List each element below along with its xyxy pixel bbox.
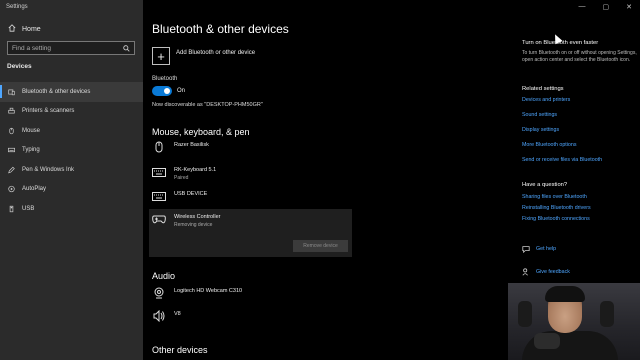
group-title-other-devices: Other devices (152, 345, 208, 355)
link-fixing-connections[interactable]: Fixing Bluetooth connections (522, 216, 637, 222)
close-button[interactable]: ✕ (626, 3, 632, 11)
faster-text: To turn Bluetooth on or off without open… (522, 50, 637, 63)
device-name: USB DEVICE (174, 191, 208, 197)
device-name: RK-Keyboard 5.1 (174, 167, 217, 173)
feedback-icon (522, 263, 530, 281)
sidebar-item-bluetooth[interactable]: Bluetooth & other devices (0, 82, 143, 102)
mouse-icon (152, 141, 166, 153)
give-feedback-link[interactable]: Give feedback (522, 263, 637, 281)
help-icon (522, 240, 530, 258)
sidebar-item-label: Printers & scanners (22, 108, 75, 115)
device-item[interactable]: RK-Keyboard 5.1 Paired (152, 166, 216, 181)
keyboard-icon (8, 147, 15, 154)
microphone (534, 333, 560, 349)
link-send-receive-files[interactable]: Send or receive files via Bluetooth (522, 157, 637, 163)
keyboard-icon (152, 166, 166, 178)
sidebar-item-label: Pen & Windows Ink (22, 166, 75, 173)
add-device-label: Add Bluetooth or other device (176, 50, 256, 56)
person-hair (545, 286, 585, 302)
mouse-icon (8, 127, 15, 134)
link-devices-printers[interactable]: Devices and printers (522, 97, 637, 103)
headset-right (600, 301, 614, 327)
get-help-link[interactable]: Get help (522, 240, 637, 258)
sidebar-item-usb[interactable]: USB (0, 199, 143, 219)
add-device-button[interactable]: + Add Bluetooth or other device (152, 47, 255, 65)
link-display-settings[interactable]: Display settings (522, 127, 637, 133)
bluetooth-toggle[interactable] (152, 86, 172, 96)
device-status: Removing device (174, 222, 213, 228)
plus-icon: + (152, 47, 170, 65)
maximize-button[interactable]: ▢ (603, 3, 610, 11)
autoplay-icon (8, 186, 15, 193)
discoverable-text: Now discoverable as "DESKTOP-PHM50GR" (152, 102, 263, 108)
headset-left (518, 301, 532, 327)
sidebar-item-label: AutoPlay (22, 186, 47, 193)
bluetooth-label: Bluetooth (152, 76, 178, 82)
device-item[interactable]: Wireless Controller Removing device (152, 213, 220, 228)
bluetooth-toggle-row: On (152, 86, 185, 96)
home-icon (8, 24, 16, 34)
sidebar-item-label: Bluetooth & other devices (22, 88, 91, 95)
link-more-bluetooth[interactable]: More Bluetooth options (522, 142, 637, 148)
device-item[interactable]: USB DEVICE (152, 190, 207, 202)
sidebar: Settings Home Devices Bluetooth & other … (0, 0, 143, 360)
device-name: Logitech HD Webcam C310 (174, 288, 243, 294)
toggle-state-label: On (177, 88, 186, 94)
link-sound-settings[interactable]: Sound settings (522, 112, 637, 118)
usb-icon (8, 205, 15, 212)
faster-title: Turn on Bluetooth even faster (522, 40, 599, 46)
section-label-devices: Devices (7, 63, 32, 70)
related-panel: Turn on Bluetooth even faster To turn Bl… (522, 40, 637, 281)
home-label: Home (22, 25, 41, 33)
sidebar-item-label: USB (22, 205, 35, 212)
device-status: Paired (174, 175, 189, 181)
gamepad-icon (152, 213, 166, 225)
window-controls: — ▢ ✕ (579, 3, 633, 11)
link-sharing-files[interactable]: Sharing files over Bluetooth (522, 194, 637, 200)
device-item[interactable]: Logitech HD Webcam C310 (152, 287, 242, 299)
group-title-audio: Audio (152, 271, 176, 281)
get-help-label: Get help (536, 246, 557, 252)
device-name: Wireless Controller (174, 214, 221, 220)
question-title: Have a question? (522, 182, 568, 188)
search-box[interactable] (7, 41, 135, 55)
webcam-overlay (508, 283, 640, 360)
search-input[interactable] (12, 44, 112, 52)
printer-icon (8, 108, 15, 115)
sidebar-item-typing[interactable]: Typing (0, 141, 143, 161)
sidebar-item-printers[interactable]: Printers & scanners (0, 102, 143, 122)
device-name: V8 (174, 311, 181, 317)
bluetooth-devices-icon (8, 88, 15, 95)
sidebar-item-label: Typing (22, 147, 40, 154)
webcam-icon (152, 287, 166, 299)
window-title: Settings (6, 4, 28, 10)
related-title: Related settings (522, 86, 564, 92)
sidebar-item-mouse[interactable]: Mouse (0, 121, 143, 141)
device-name: Razer Basilisk (174, 142, 209, 148)
group-title-mouse-keyboard-pen: Mouse, keyboard, & pen (152, 127, 250, 137)
sidebar-item-autoplay[interactable]: AutoPlay (0, 180, 143, 200)
page-title: Bluetooth & other devices (152, 22, 289, 36)
give-feedback-label: Give feedback (536, 269, 570, 275)
sidebar-item-label: Mouse (22, 127, 41, 134)
keyboard-icon (152, 190, 166, 202)
remove-device-button[interactable]: Remove device (293, 240, 348, 252)
link-reinstalling-drivers[interactable]: Reinstalling Bluetooth drivers (522, 205, 637, 211)
pen-icon (8, 166, 15, 174)
device-item[interactable]: Razer Basilisk (152, 141, 209, 153)
home-link[interactable]: Home (8, 24, 41, 34)
minimize-button[interactable]: — (579, 3, 586, 11)
sidebar-item-pen[interactable]: Pen & Windows Ink (0, 160, 143, 180)
sidebar-nav: Bluetooth & other devices Printers & sca… (0, 82, 143, 219)
device-item[interactable]: V8 (152, 310, 181, 322)
search-icon[interactable] (123, 39, 130, 57)
speaker-icon (152, 310, 166, 322)
